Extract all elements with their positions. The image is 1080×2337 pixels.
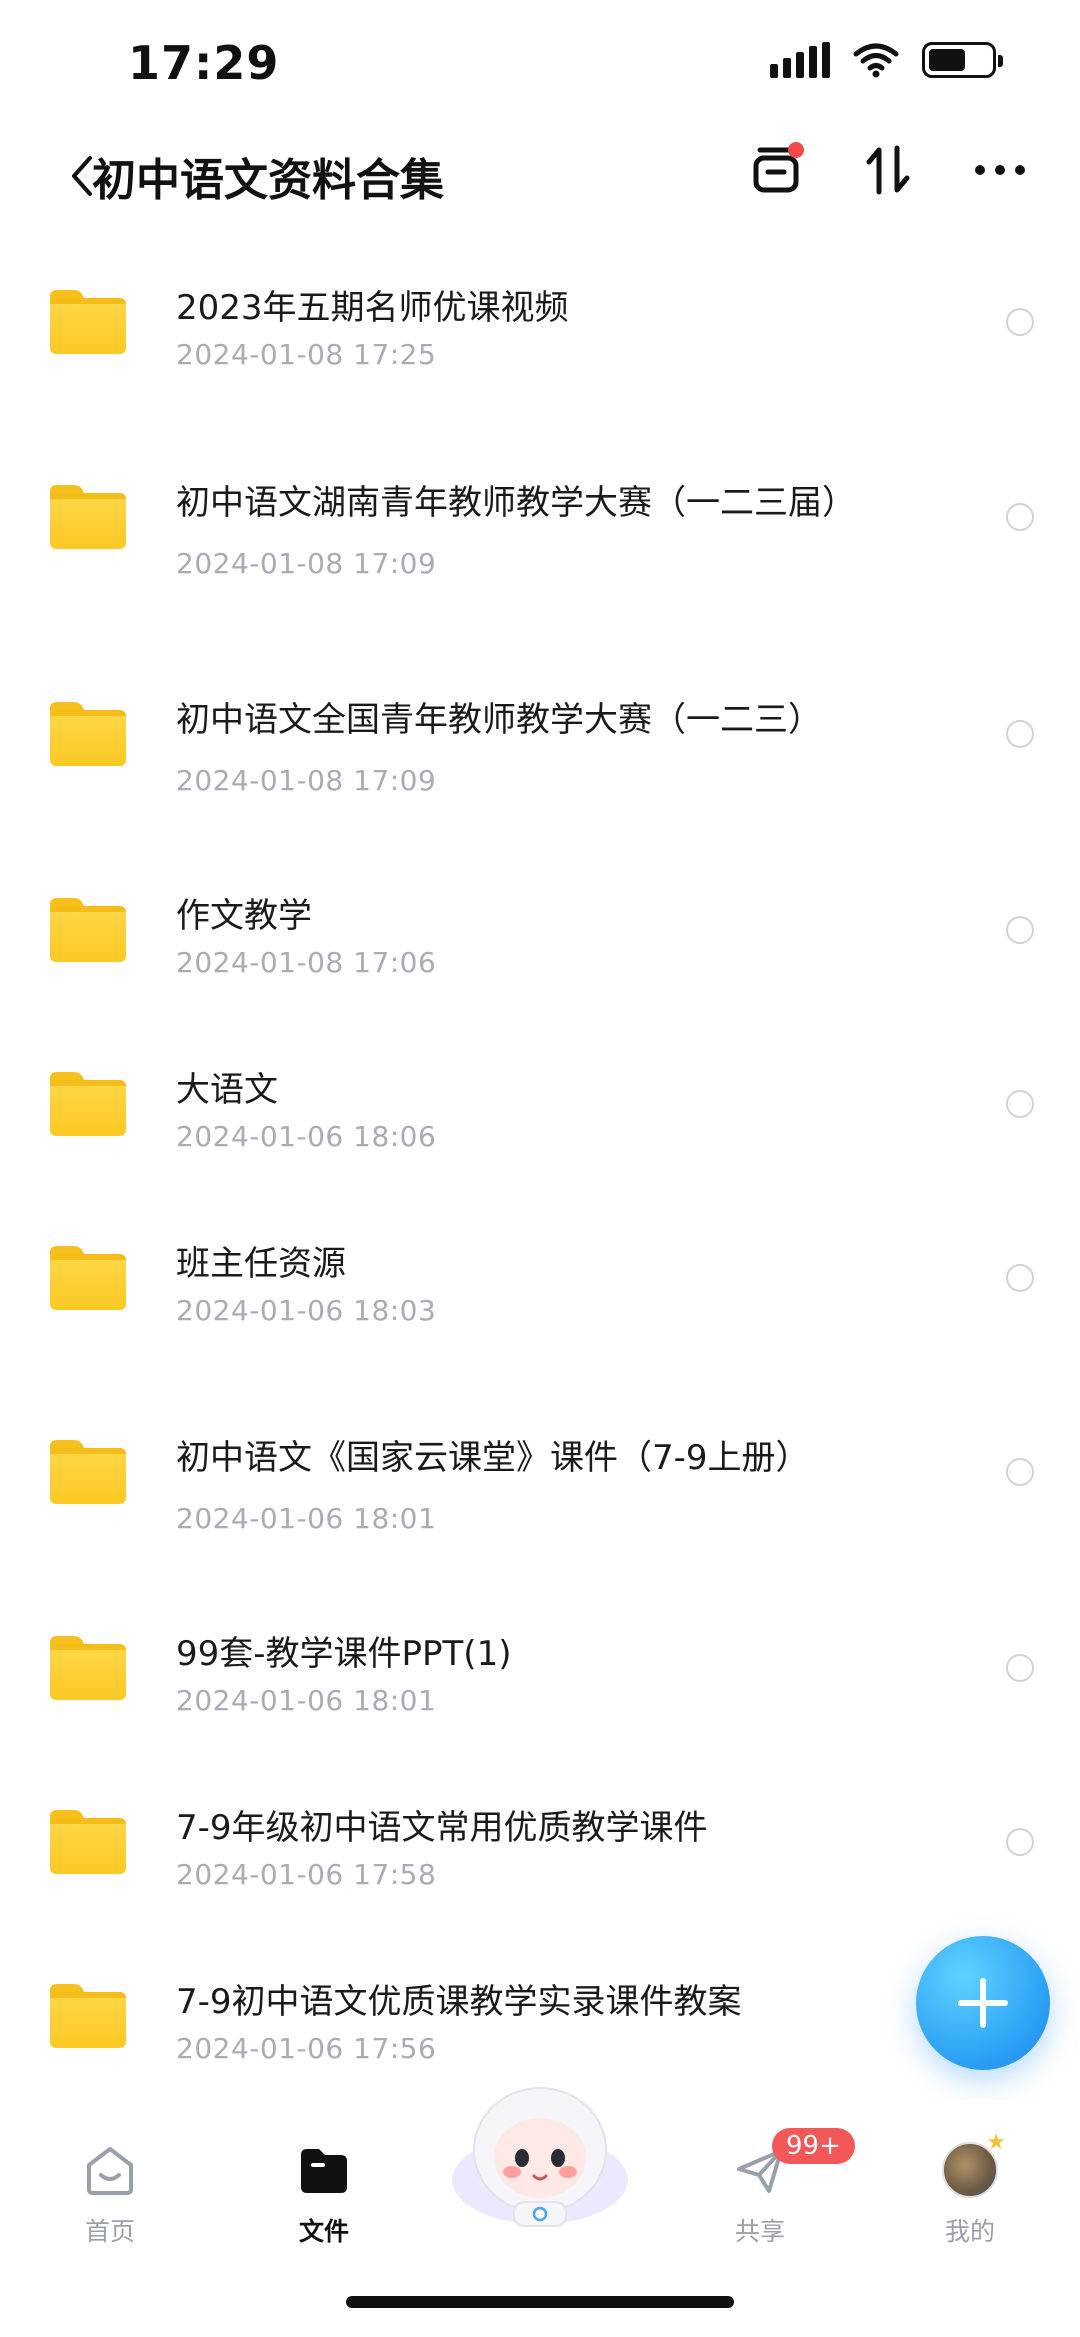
select-radio[interactable] (1006, 308, 1034, 336)
file-name: 大语文 (176, 1070, 278, 1110)
sort-icon (866, 145, 910, 195)
file-date: 2024-01-06 17:58 (176, 1858, 437, 1891)
wifi-icon (853, 43, 899, 78)
list-item[interactable]: 初中语文《国家云课堂》课件（7-9上册） 2024-01-06 18:01 (0, 1390, 1080, 1540)
select-radio[interactable] (1006, 916, 1034, 944)
file-date: 2024-01-08 17:09 (176, 547, 437, 580)
sort-button[interactable] (858, 140, 918, 200)
status-bar: 17:29 (0, 0, 1080, 120)
select-radio[interactable] (1006, 1090, 1034, 1118)
select-radio[interactable] (1006, 1264, 1034, 1292)
home-icon (87, 2147, 133, 2195)
file-date: 2024-01-06 17:56 (176, 2032, 437, 2065)
nav-files[interactable]: 文件 (254, 2140, 394, 2248)
folder-nav-icon (301, 2149, 347, 2193)
battery-icon (922, 42, 1003, 78)
plus-icon (958, 1978, 1008, 2028)
file-name: 7-9年级初中语文常用优质教学课件 (176, 1808, 708, 1848)
add-button[interactable] (916, 1936, 1050, 2070)
folder-icon (50, 1440, 126, 1504)
nav-home-label: 首页 (84, 2217, 135, 2246)
folder-icon (50, 1246, 126, 1310)
file-date: 2024-01-08 17:25 (176, 338, 437, 371)
more-icon (975, 165, 1025, 175)
list-item[interactable]: 初中语文全国青年教师教学大赛（一二三） 2024-01-08 17:09 (0, 652, 1080, 802)
file-date: 2024-01-08 17:06 (176, 946, 437, 979)
crown-icon: ★ (986, 2130, 1006, 2155)
list-item[interactable]: 2023年五期名师优课视频 2024-01-08 17:25 (0, 240, 1080, 390)
folder-icon (50, 1636, 126, 1700)
file-name: 初中语文《国家云课堂》课件（7-9上册） (176, 1438, 810, 1478)
folder-icon (50, 485, 126, 549)
file-name: 班主任资源 (176, 1244, 346, 1284)
nav-share[interactable]: 99+ 共享 (690, 2128, 855, 2248)
list-item[interactable]: 作文教学 2024-01-08 17:06 (0, 848, 1080, 998)
nav-mine-label: 我的 (944, 2217, 995, 2246)
select-radio[interactable] (1006, 503, 1034, 531)
file-date: 2024-01-06 18:01 (176, 1684, 437, 1717)
select-radio[interactable] (1006, 720, 1034, 748)
nav-mine[interactable]: ★ 我的 (900, 2130, 1040, 2248)
select-radio[interactable] (1006, 1654, 1034, 1682)
file-name: 初中语文全国青年教师教学大赛（一二三） (176, 700, 822, 740)
file-name: 99套-教学课件PPT(1) (176, 1634, 512, 1674)
nav-home[interactable]: 首页 (40, 2140, 180, 2248)
file-date: 2024-01-06 18:01 (176, 1502, 437, 1535)
mascot-icon[interactable] (448, 2080, 632, 2230)
signal-icon (770, 42, 830, 78)
avatar: ★ (942, 2130, 1006, 2198)
select-radio[interactable] (1006, 1458, 1034, 1486)
select-radio[interactable] (1006, 1828, 1034, 1856)
list-item[interactable]: 99套-教学课件PPT(1) 2024-01-06 18:01 (0, 1586, 1080, 1736)
share-badge: 99+ (772, 2128, 855, 2164)
file-date: 2024-01-06 18:03 (176, 1294, 437, 1327)
header-actions (746, 140, 1030, 200)
nav-share-label: 共享 (734, 2217, 785, 2246)
file-name: 2023年五期名师优课视频 (176, 288, 569, 328)
folder-icon (50, 290, 126, 354)
folder-icon (50, 1072, 126, 1136)
list-item[interactable]: 7-9年级初中语文常用优质教学课件 2024-01-06 17:58 (0, 1760, 1080, 1910)
page-title: 初中语文资料合集 (92, 155, 444, 206)
status-icons (770, 42, 1003, 78)
notification-dot (788, 142, 804, 158)
file-date: 2024-01-06 18:06 (176, 1120, 437, 1153)
file-name: 7-9初中语文优质课教学实录课件教案 (176, 1982, 742, 2022)
status-time: 17:29 (128, 36, 280, 90)
folder-icon (50, 1810, 126, 1874)
transfer-list-button[interactable] (746, 140, 806, 200)
home-indicator[interactable] (346, 2296, 734, 2308)
list-item[interactable]: 大语文 2024-01-06 18:06 (0, 1022, 1080, 1172)
folder-icon (50, 898, 126, 962)
more-button[interactable] (970, 140, 1030, 200)
nav-files-label: 文件 (298, 2217, 349, 2246)
list-item[interactable]: 班主任资源 2024-01-06 18:03 (0, 1196, 1080, 1346)
header: 初中语文资料合集 (0, 130, 1080, 220)
file-date: 2024-01-08 17:09 (176, 764, 437, 797)
folder-icon (50, 702, 126, 766)
file-name: 作文教学 (176, 896, 312, 936)
list-item[interactable]: 初中语文湖南青年教师教学大赛（一二三届） 2024-01-08 17:09 (0, 435, 1080, 585)
file-name: 初中语文湖南青年教师教学大赛（一二三届） (176, 483, 856, 523)
folder-icon (50, 1984, 126, 2048)
